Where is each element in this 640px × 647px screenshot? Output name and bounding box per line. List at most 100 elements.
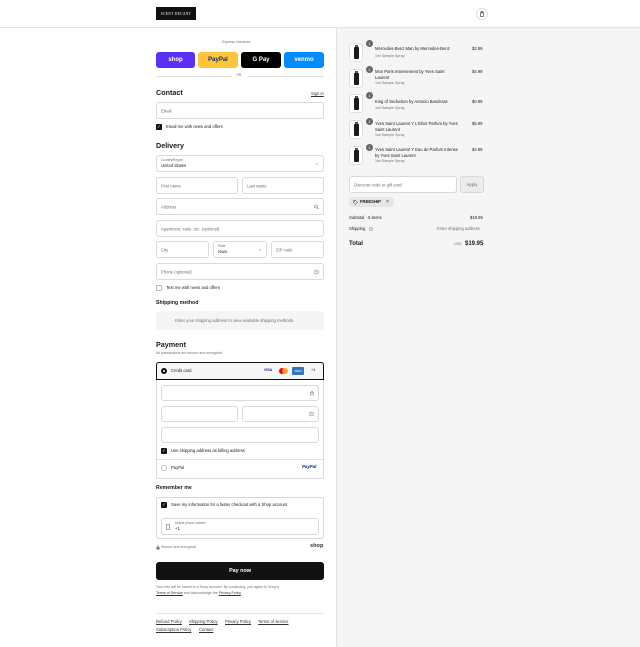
save-info-checkbox[interactable]: ✓ <box>161 502 167 508</box>
terms-link[interactable]: Terms of Service <box>156 591 183 595</box>
venmo-button[interactable]: venmo <box>284 52 324 68</box>
expiration-date-field[interactable] <box>161 406 238 422</box>
discount-code-field[interactable]: Discount code or gift card <box>349 176 457 193</box>
mastercard-icon <box>279 368 288 374</box>
email-placeholder: Email <box>161 108 172 113</box>
cart-button[interactable] <box>476 8 488 20</box>
quantity-badge: 1 <box>366 66 373 73</box>
mobile-phone-value: +1 <box>175 525 180 531</box>
card-number-field[interactable] <box>161 385 319 401</box>
shop-logo-icon: shop <box>310 543 324 549</box>
apply-button[interactable]: Apply <box>460 176 484 193</box>
quantity-badge: 1 <box>366 92 373 99</box>
first-name-placeholder: First name <box>161 183 181 188</box>
country-select[interactable]: Country/Region United States ⌄ <box>156 155 324 172</box>
help-icon[interactable]: ? <box>369 227 373 231</box>
store-logo[interactable]: SCENT DECANT <box>156 7 196 20</box>
check-icon: ✓ <box>157 123 161 129</box>
help-icon[interactable]: ? <box>309 411 314 417</box>
total-label: Total <box>349 241 363 247</box>
state-select[interactable]: State Iowa ⌄ <box>213 241 267 258</box>
zip-field[interactable]: ZIP code <box>271 241 324 258</box>
visa-icon: VISA <box>264 368 273 372</box>
paypal-option-label[interactable]: PayPal <box>171 465 184 470</box>
privacy-policy-link[interactable]: Privacy Policy <box>225 619 251 624</box>
item-name-line2: Laurent <box>375 75 390 80</box>
apartment-field[interactable]: Apartment, suite, etc. (optional) <box>156 220 324 237</box>
save-info-label: Save my information for a faster checkou… <box>171 502 288 507</box>
refund-policy-link[interactable]: Refund Policy <box>156 619 182 624</box>
express-checkout-title: Express checkout <box>222 40 251 44</box>
billing-same-checkbox[interactable]: ✓ <box>161 448 167 454</box>
credit-card-radio[interactable] <box>161 368 167 374</box>
item-variant: 1ml Sample Spray <box>375 54 405 58</box>
shop-pay-button[interactable]: shop <box>156 52 195 68</box>
item-variant: 1ml Sample Spray <box>375 106 405 110</box>
shipping-method-placeholder: Enter your shipping address to view avai… <box>175 317 295 323</box>
item-price: $5.99 <box>472 121 483 126</box>
item-variant: 1ml Sample Spray <box>375 81 405 85</box>
paypal-radio[interactable] <box>161 465 167 471</box>
google-pay-button[interactable]: G Pay <box>241 52 281 68</box>
help-icon[interactable]: ? <box>314 269 319 274</box>
discount-code-placeholder: Discount code or gift card <box>354 182 402 187</box>
svg-text:?: ? <box>311 412 313 416</box>
item-price: $4.99 <box>472 147 483 152</box>
item-name: Yves Saint Laurent Y L'Elixir Parfum by … <box>375 121 458 126</box>
security-code-field[interactable]: ? <box>242 406 319 422</box>
disclaimer-and: and acknowledge the <box>183 591 218 595</box>
subscription-policy-link[interactable]: Subscription Policy <box>156 627 191 632</box>
item-price: $0.99 <box>472 99 483 104</box>
product-thumbnail <box>349 120 363 139</box>
email-news-checkbox[interactable]: ✓ <box>156 124 162 130</box>
contact-link[interactable]: Contact <box>199 627 213 632</box>
quantity-badge: 1 <box>366 144 373 151</box>
discount-tag: FREESHIP × <box>349 197 394 207</box>
item-variant: 1ml Sample Spray <box>375 159 405 163</box>
check-icon: ✓ <box>162 447 166 453</box>
address-placeholder: Address <box>161 204 177 209</box>
item-name: Yves Saint Laurent Y Eau de Parfum Inten… <box>375 147 458 152</box>
subtotal-value: $19.95 <box>470 215 483 220</box>
shop-disclaimer-line1: Your info will be saved to a Shop accoun… <box>156 585 280 589</box>
last-name-field[interactable]: Last name <box>242 177 324 194</box>
phone-placeholder: Phone (optional) <box>161 269 192 274</box>
product-thumbnail <box>349 94 363 113</box>
tag-icon <box>353 199 358 205</box>
state-label: State <box>218 244 226 248</box>
sign-in-link[interactable]: Sign in <box>311 91 324 96</box>
terms-of-service-link[interactable]: Terms of service <box>258 619 288 624</box>
email-news-label: Email me with news and offers <box>166 124 223 129</box>
paypal-express-button[interactable]: PayPal <box>198 52 238 68</box>
mobile-phone-field[interactable]: Mobile phone number +1 <box>161 518 319 535</box>
mobile-phone-icon <box>166 524 170 530</box>
remember-me-heading: Remember me <box>156 485 192 491</box>
phone-field[interactable]: Phone (optional) ? <box>156 263 324 280</box>
delivery-heading: Delivery <box>156 141 184 150</box>
privacy-link[interactable]: Privacy Policy <box>219 591 241 595</box>
text-me-checkbox[interactable] <box>156 285 162 291</box>
chevron-down-icon: ⌄ <box>314 160 319 166</box>
lock-icon <box>310 390 314 396</box>
zip-placeholder: ZIP code <box>276 247 293 252</box>
apply-label: Apply <box>466 182 478 187</box>
mobile-phone-label: Mobile phone number <box>175 521 206 525</box>
name-on-card-field[interactable] <box>161 427 319 443</box>
first-name-field[interactable]: First name <box>156 177 238 194</box>
remove-tag-icon[interactable]: × <box>386 199 389 205</box>
pay-now-button[interactable]: Pay now <box>156 562 324 580</box>
credit-card-option[interactable]: Credit card VISA AMEX +4 <box>156 362 324 380</box>
shipping-policy-link[interactable]: Shipping Policy <box>189 619 218 624</box>
item-name: Mon Paris Intensement by Yves Saint <box>375 69 445 74</box>
email-field[interactable]: Email <box>156 102 324 119</box>
item-name: King of Seduction by Antonio Banderas <box>375 99 448 104</box>
shop-disclaimer-line2: Terms of Service and acknowledge the Pri… <box>156 591 242 596</box>
city-field[interactable]: City <box>156 241 209 258</box>
address-field[interactable]: Address <box>156 198 324 215</box>
subtotal-label: Subtotal · 5 items <box>349 215 382 220</box>
currency-label: USD <box>454 242 462 246</box>
svg-text:?: ? <box>316 270 318 274</box>
amex-label: AMEX <box>294 369 302 373</box>
divider-left <box>156 76 232 77</box>
item-price: $4.99 <box>472 69 483 74</box>
